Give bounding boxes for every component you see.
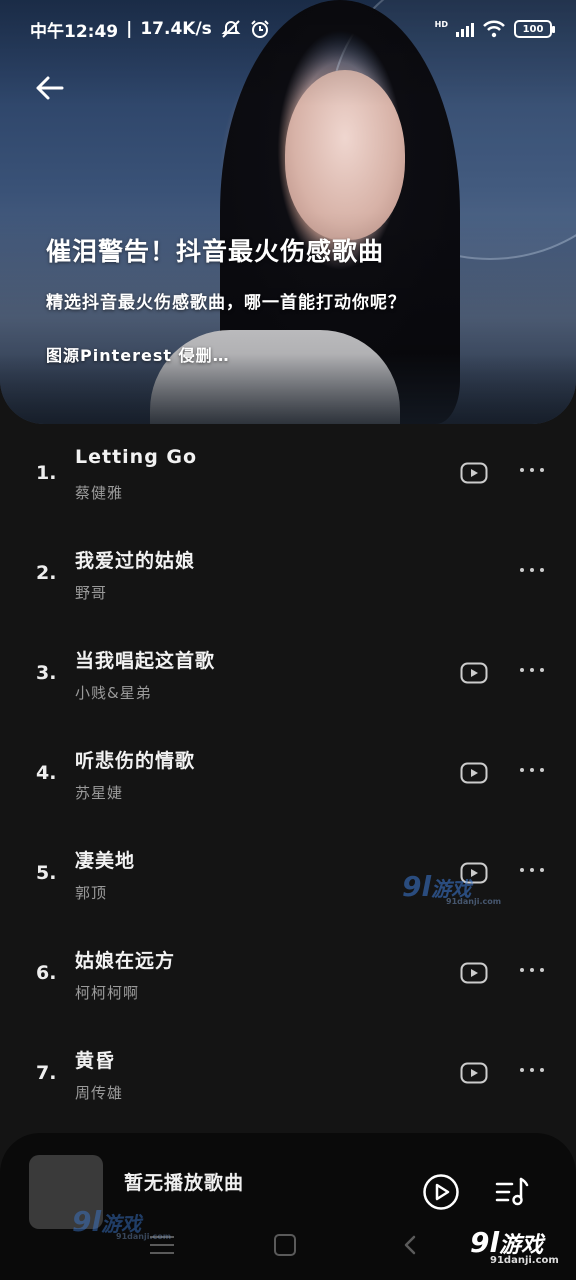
more-dots-icon[interactable] xyxy=(520,1068,544,1076)
song-row[interactable]: 3. 当我唱起这首歌小贱&星弟 xyxy=(0,624,576,724)
song-index: 5. xyxy=(36,862,57,884)
song-row[interactable]: 4. 听悲伤的情歌苏星婕 xyxy=(0,724,576,824)
more-dots-icon[interactable] xyxy=(520,868,544,876)
song-title[interactable]: 黄昏 xyxy=(75,1046,115,1073)
song-row[interactable]: 1. Letting Go 蔡健雅 xyxy=(0,424,576,524)
song-index: 7. xyxy=(36,1062,57,1084)
status-time: 中午12:49 xyxy=(30,21,119,42)
watermark-logo-bottom-right: 9l游戏 91danji.com xyxy=(470,1226,559,1266)
song-index: 2. xyxy=(36,562,57,584)
wifi-icon xyxy=(483,20,505,38)
battery-icon: 100 xyxy=(514,20,555,38)
video-play-icon[interactable] xyxy=(460,962,488,984)
song-title[interactable]: 姑娘在远方 xyxy=(75,946,175,973)
song-artist[interactable]: 郭顶 xyxy=(75,882,107,903)
song-list: 1. Letting Go 蔡健雅 2. 我爱过的姑娘野哥 3. 当我唱起这首歌小贱&星弟 4… xyxy=(0,424,576,1124)
playlist-credit[interactable]: 图源Pinterest 侵删… xyxy=(46,342,230,366)
watermark-url: 91danji.com xyxy=(116,1232,172,1241)
song-index: 6. xyxy=(36,962,57,984)
alarm-icon xyxy=(251,20,269,38)
song-title[interactable]: 凄美地 xyxy=(75,846,135,873)
video-play-icon[interactable] xyxy=(460,762,488,784)
more-dots-icon[interactable] xyxy=(520,568,544,576)
song-artist[interactable]: 苏星婕 xyxy=(75,782,123,803)
play-circle-icon[interactable] xyxy=(422,1173,460,1211)
music-list-icon[interactable] xyxy=(494,1174,530,1210)
playlist-subtitle: 精选抖音最火伤感歌曲，哪一首能打动你呢？ xyxy=(46,293,406,313)
video-play-icon[interactable] xyxy=(460,462,488,484)
watermark-number: 9l xyxy=(72,1205,102,1238)
song-artist[interactable]: 野哥 xyxy=(75,582,107,603)
battery-level: 100 xyxy=(522,23,544,35)
more-dots-icon[interactable] xyxy=(520,668,544,676)
song-artist[interactable]: 柯柯柯啊 xyxy=(75,982,139,1003)
home-icon[interactable] xyxy=(274,1234,296,1256)
watermark-number: 9l xyxy=(402,870,432,903)
more-dots-icon[interactable] xyxy=(520,768,544,776)
song-row[interactable]: 6. 姑娘在远方柯柯柯啊 xyxy=(0,924,576,1024)
now-playing-title[interactable]: 暂无播放歌曲 xyxy=(124,1168,244,1195)
song-artist[interactable]: 周传雄 xyxy=(75,1082,123,1103)
song-row[interactable]: 7. 黄昏周传雄 xyxy=(0,1024,576,1124)
watermark-logo-bottom-left: 9l游戏 91danji.com xyxy=(72,1205,171,1241)
song-index: 4. xyxy=(36,762,57,784)
song-row[interactable]: 2. 我爱过的姑娘野哥 xyxy=(0,524,576,624)
song-title[interactable]: 我爱过的姑娘 xyxy=(75,546,195,573)
song-artist[interactable]: 小贱&星弟 xyxy=(75,682,152,703)
playlist-title: 催泪警告！抖音最火伤感歌曲 xyxy=(46,237,385,266)
network-speed: 17.4K/s xyxy=(140,19,212,39)
more-dots-icon[interactable] xyxy=(520,468,544,476)
mute-icon xyxy=(221,20,241,38)
song-title[interactable]: 当我唱起这首歌 xyxy=(75,646,215,673)
song-index: 3. xyxy=(36,662,57,684)
song-title[interactable]: 听悲伤的情歌 xyxy=(75,746,195,773)
status-bar: 中午12:49 | 17.4K/s HD 100 xyxy=(30,14,555,44)
song-artist[interactable]: 蔡健雅 xyxy=(75,482,123,503)
video-play-icon[interactable] xyxy=(460,1062,488,1084)
more-dots-icon[interactable] xyxy=(520,968,544,976)
signal-icon xyxy=(456,21,474,37)
song-title[interactable]: Letting Go xyxy=(75,446,197,468)
watermark-url: 91danji.com xyxy=(490,1255,559,1266)
arrow-left-icon[interactable] xyxy=(32,70,68,106)
watermark-url: 91danji.com xyxy=(446,897,502,906)
watermark-logo: 9l游戏 91danji.com xyxy=(402,870,501,906)
nav-back-icon[interactable] xyxy=(400,1234,422,1256)
song-index: 1. xyxy=(36,462,57,484)
status-divider: | xyxy=(126,19,133,39)
video-play-icon[interactable] xyxy=(460,662,488,684)
network-type: HD xyxy=(434,20,448,29)
